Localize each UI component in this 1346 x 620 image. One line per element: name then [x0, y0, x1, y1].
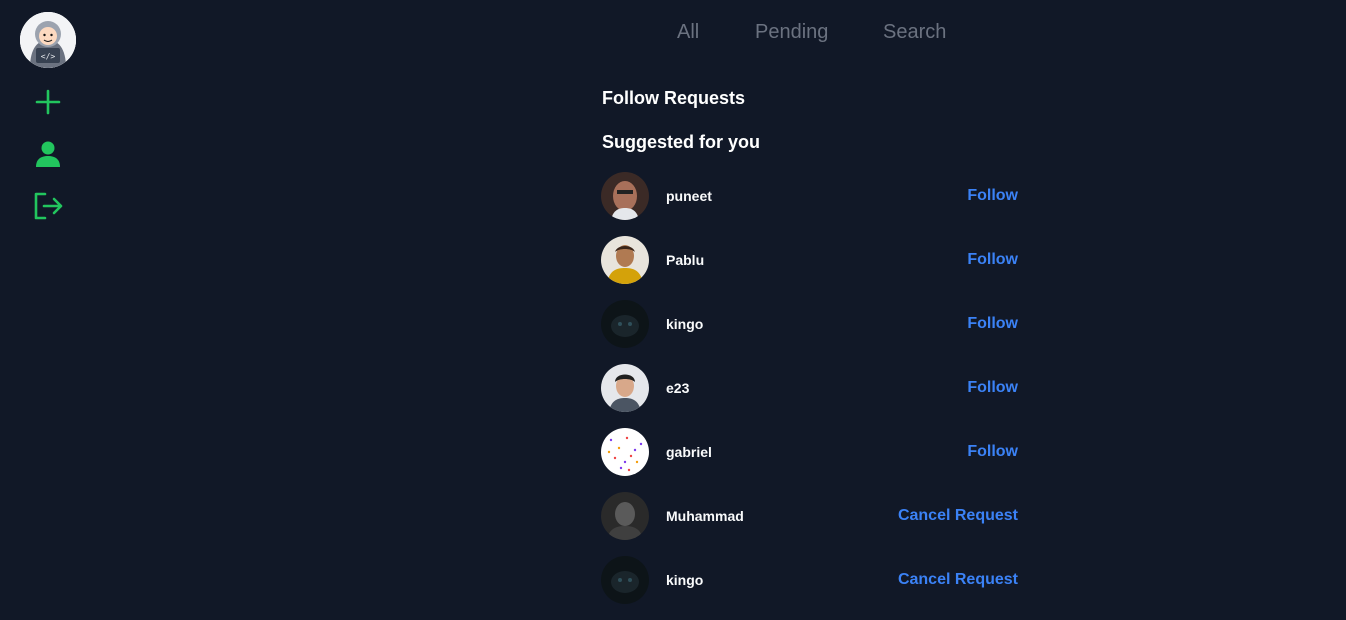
user-name[interactable]: gabriel — [666, 428, 712, 476]
cancel-request-button[interactable]: Cancel Request — [898, 556, 1018, 604]
list-item: e23 Follow — [601, 364, 1018, 412]
follow-button[interactable]: Follow — [967, 172, 1018, 220]
follow-button[interactable]: Follow — [967, 364, 1018, 412]
tab-bar: All Pending Search — [0, 18, 1346, 46]
user-name[interactable]: puneet — [666, 172, 712, 220]
svg-text:</>: </> — [41, 52, 56, 61]
avatar[interactable] — [601, 556, 649, 604]
list-item: Pablu Follow — [601, 236, 1018, 284]
tab-all[interactable]: All — [677, 18, 699, 46]
avatar[interactable] — [601, 364, 649, 412]
list-item: kingo Follow — [601, 300, 1018, 348]
logout-button[interactable] — [30, 188, 66, 224]
user-name[interactable]: Pablu — [666, 236, 704, 284]
logout-icon — [34, 192, 63, 220]
suggested-heading: Suggested for you — [602, 132, 761, 152]
profile-button[interactable] — [30, 136, 66, 172]
user-name[interactable]: kingo — [666, 556, 703, 604]
list-item: puneet Follow — [601, 172, 1018, 220]
user-name[interactable]: Muhammad — [666, 492, 744, 540]
tab-search[interactable]: Search — [883, 18, 946, 46]
user-name[interactable]: e23 — [666, 364, 689, 412]
follow-button[interactable]: Follow — [967, 300, 1018, 348]
add-post-button[interactable] — [30, 84, 66, 120]
cancel-request-button[interactable]: Cancel Request — [898, 492, 1018, 540]
user-icon — [36, 141, 60, 167]
avatar[interactable] — [601, 428, 649, 476]
avatar[interactable] — [601, 492, 649, 540]
follow-requests-heading: Follow Requests — [602, 88, 746, 108]
avatar[interactable] — [601, 172, 649, 220]
user-name[interactable]: kingo — [666, 300, 703, 348]
list-item: Muhammad Cancel Request — [601, 492, 1018, 540]
tab-pending[interactable]: Pending — [755, 18, 828, 46]
avatar[interactable] — [601, 236, 649, 284]
list-item: kingo Cancel Request — [601, 556, 1018, 604]
sidebar: </> — [0, 0, 96, 620]
plus-icon — [35, 89, 61, 115]
suggested-user-list: puneet Follow Pablu Follow kingo Follow … — [601, 172, 1018, 620]
avatar[interactable] — [601, 300, 649, 348]
follow-button[interactable]: Follow — [967, 236, 1018, 284]
follow-button[interactable]: Follow — [967, 428, 1018, 476]
list-item: gabriel Follow — [601, 428, 1018, 476]
